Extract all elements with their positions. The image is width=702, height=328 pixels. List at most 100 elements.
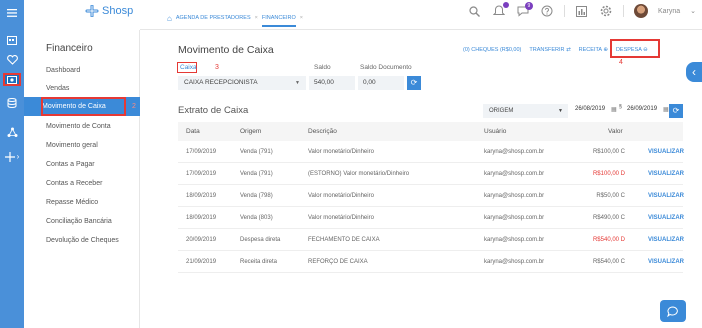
- top-bar: ⌂ AGENDA DE PRESTADORES × FINANCEIRO × 9…: [140, 0, 702, 30]
- sidebar-item-dashboard[interactable]: Dashboard: [46, 67, 80, 74]
- breadcrumb-close-icon[interactable]: ×: [255, 15, 258, 21]
- cell-valor: R$100,00 C: [592, 149, 625, 155]
- caixa-label: Caixa: [180, 64, 197, 71]
- sidebar-item-contas-a-pagar[interactable]: Contas a Pagar: [46, 161, 95, 168]
- report-icon[interactable]: [575, 4, 589, 18]
- annotation-marker: 2: [132, 103, 136, 110]
- receita-button[interactable]: RECEITA ⊕: [579, 47, 608, 53]
- cell-valor: R$100,00 D: [592, 171, 625, 177]
- table-row: 21/09/2019 Receita direta REFORÇO DE CAIXA…: [178, 251, 684, 273]
- date-from[interactable]: 26/08/2019: [575, 106, 605, 112]
- cell-valor: R$540,00 D: [592, 237, 625, 243]
- sidebar-item-devolucao-de-cheques[interactable]: Devolução de Cheques: [46, 237, 119, 244]
- plus-icon[interactable]: ›: [0, 150, 24, 164]
- separator-icon: §: [619, 104, 622, 110]
- cheques-link[interactable]: (0) CHEQUES (R$0,00): [463, 47, 521, 53]
- visualizar-link[interactable]: VISUALIZAR: [648, 185, 684, 207]
- cell-descricao: REFORÇO DE CAIXA: [308, 259, 368, 265]
- chat-support-button[interactable]: [660, 300, 686, 322]
- transferir-button[interactable]: TRANSFERIR ⇄: [529, 47, 570, 53]
- transferir-label: TRANSFERIR: [529, 47, 565, 53]
- table-row: 17/09/2019 Venda (791) (ESTORNO) Valor mon…: [178, 163, 684, 185]
- visualizar-link[interactable]: VISUALIZAR: [648, 207, 684, 229]
- cell-data: 20/09/2019: [186, 237, 217, 243]
- cell-data: 18/09/2019: [186, 193, 217, 199]
- calendar-small-icon[interactable]: ▦: [611, 106, 617, 113]
- saldo-documento-label: Saldo Documento: [360, 64, 412, 71]
- breadcrumb-financeiro[interactable]: FINANCEIRO: [261, 15, 296, 27]
- breadcrumb-agenda[interactable]: AGENDA DE PRESTADORES: [176, 15, 251, 21]
- home-icon[interactable]: ⌂: [167, 14, 172, 23]
- collapse-panel-button[interactable]: ‹: [686, 62, 702, 82]
- action-links: (0) CHEQUES (R$0,00) TRANSFERIR ⇄ RECEIT…: [463, 39, 660, 66]
- brand-logo[interactable]: Shosp: [84, 5, 133, 17]
- cell-origem: Venda (798): [240, 193, 273, 199]
- chat-icon[interactable]: 9: [516, 2, 533, 18]
- cell-origem: Despesa direta: [240, 237, 281, 243]
- heart-icon[interactable]: [0, 53, 24, 67]
- logo-text: Shosp: [102, 5, 134, 17]
- cell-origem: Venda (791): [240, 171, 273, 177]
- refresh-button[interactable]: ⟳: [669, 104, 683, 118]
- caixa-select-value: CAIXA RECEPCIONISTA: [184, 79, 258, 86]
- sidebar-item-contas-a-receber[interactable]: Contas a Receber: [46, 180, 102, 187]
- sidebar-item-movimento-de-caixa[interactable]: Movimento de Caixa 2: [24, 97, 140, 116]
- divider: [622, 5, 624, 17]
- highlight-box: [609, 39, 660, 58]
- menu-icon[interactable]: [0, 6, 24, 20]
- help-icon[interactable]: [540, 4, 554, 18]
- cell-usuario: karyna@shosp.com.br: [484, 193, 545, 199]
- cell-usuario: karyna@shosp.com.br: [484, 149, 545, 155]
- sidebar-item-repasse-medico[interactable]: Repasse Médico: [46, 199, 98, 206]
- cell-origem: Venda (803): [240, 215, 273, 221]
- extrato-table: Data Origem Descrição Usuário Valor 17/0…: [178, 122, 684, 273]
- sidebar: Financeiro Dashboard Vendas Movimento de…: [24, 30, 140, 328]
- refresh-button[interactable]: ⟳: [407, 76, 421, 90]
- saldo-label: Saldo: [314, 64, 331, 71]
- page-title: Movimento de Caixa: [178, 44, 274, 56]
- highlight-box: [41, 97, 126, 116]
- top-icons: 9 Karyna ⌄: [468, 2, 696, 18]
- network-icon[interactable]: [0, 125, 24, 139]
- visualizar-link[interactable]: VISUALIZAR: [648, 141, 684, 163]
- alert-icon[interactable]: [492, 2, 509, 18]
- user-name[interactable]: Karyna: [658, 8, 680, 15]
- cell-descricao: Valor monetário/Dinheiro: [308, 149, 374, 155]
- calendar-icon[interactable]: [0, 33, 24, 47]
- calendar-small-icon[interactable]: ▦: [663, 106, 669, 113]
- chevron-down-icon[interactable]: ⌄: [690, 7, 696, 15]
- caixa-select[interactable]: CAIXA RECEPCIONISTA ▼: [178, 76, 306, 90]
- visualizar-link[interactable]: VISUALIZAR: [648, 163, 684, 185]
- sidebar-item-movimento-de-conta[interactable]: Movimento de Conta: [46, 123, 111, 130]
- despesa-button[interactable]: DESPESA ⊖ 4: [609, 39, 660, 66]
- cell-data: 18/09/2019: [186, 215, 217, 221]
- cell-usuario: karyna@shosp.com.br: [484, 237, 545, 243]
- cell-valor: R$490,00 C: [592, 215, 625, 221]
- sidebar-item-conciliacao-bancaria[interactable]: Conciliação Bancária: [46, 218, 112, 225]
- cell-origem: Receita direta: [240, 259, 278, 265]
- date-to[interactable]: 26/09/2019: [627, 106, 657, 112]
- breadcrumb-close-icon[interactable]: ×: [300, 15, 303, 21]
- origem-select[interactable]: ORIGEM ▼: [483, 104, 568, 118]
- sidebar-item-vendas[interactable]: Vendas: [46, 85, 69, 92]
- cell-descricao: Valor monetário/Dinheiro: [308, 193, 374, 199]
- visualizar-link[interactable]: VISUALIZAR: [648, 229, 684, 251]
- cell-descricao: (ESTORNO) Valor monetário/Dinheiro: [308, 171, 410, 177]
- cell-data: 17/09/2019: [186, 149, 217, 155]
- avatar[interactable]: [633, 4, 648, 18]
- cell-data: 17/09/2019: [186, 171, 217, 177]
- search-icon[interactable]: [468, 4, 482, 18]
- visualizar-link[interactable]: VISUALIZAR: [648, 251, 684, 273]
- cell-descricao: Valor monetário/Dinheiro: [308, 215, 374, 221]
- cash-icon[interactable]: [3, 73, 21, 86]
- transfer-icon: ⇄: [566, 47, 571, 53]
- saldo-field: 540,00: [309, 76, 355, 90]
- cell-descricao: FECHAMENTO DE CAIXA: [308, 237, 380, 243]
- table-row: 18/09/2019 Venda (798) Valor monetário/Din…: [178, 185, 684, 207]
- database-icon[interactable]: [0, 96, 24, 110]
- sidebar-item-movimento-geral[interactable]: Movimento geral: [46, 142, 98, 149]
- annotation-marker: 4: [618, 59, 623, 66]
- alert-dot: [502, 2, 509, 8]
- cell-data: 21/09/2019: [186, 259, 217, 265]
- gear-icon[interactable]: [599, 4, 613, 18]
